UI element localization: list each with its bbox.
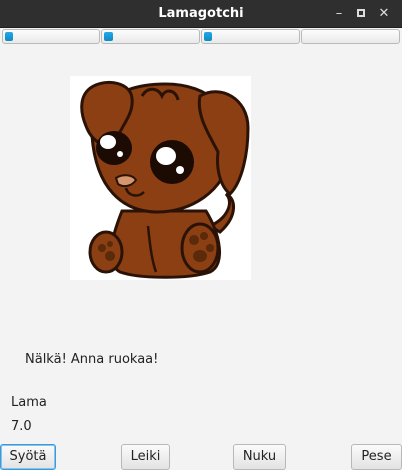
status-bar-2-fill <box>104 32 113 41</box>
status-bar-3-fill <box>204 32 212 41</box>
title-bar: Lamagotchi – ✕ <box>0 0 402 28</box>
status-bar-1-fill <box>5 32 13 41</box>
status-bar-4 <box>301 29 400 44</box>
wash-button[interactable]: Pese <box>351 444 402 470</box>
status-bar-1 <box>2 29 100 44</box>
status-bars <box>0 28 402 46</box>
status-bar-2 <box>101 29 200 44</box>
pet-value: 7.0 <box>11 419 32 434</box>
pet-name: Lama <box>11 395 47 410</box>
maximize-button[interactable] <box>352 5 370 23</box>
status-bar-3 <box>201 29 300 44</box>
minimize-button[interactable]: – <box>330 5 348 23</box>
puppy-image <box>70 76 251 280</box>
status-message: Nälkä! Anna ruokaa! <box>25 352 159 367</box>
close-button[interactable]: ✕ <box>375 5 393 23</box>
play-button[interactable]: Leiki <box>121 444 170 470</box>
feed-button[interactable]: Syötä <box>0 444 56 470</box>
puppy-illustration <box>80 80 250 279</box>
sleep-button[interactable]: Nuku <box>233 444 286 470</box>
maximize-icon <box>357 9 365 17</box>
